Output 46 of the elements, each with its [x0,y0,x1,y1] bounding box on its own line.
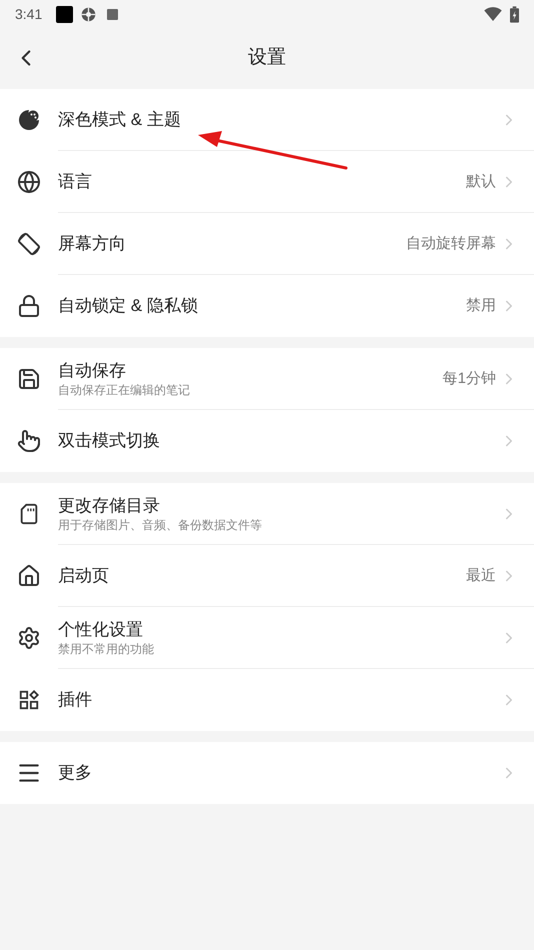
gear-icon [17,626,41,650]
setting-title: 自动锁定 & 隐私锁 [58,295,199,317]
app-notification-icon [107,8,118,20]
setting-title: 启动页 [58,565,110,587]
status-time: 3:41 [15,4,42,24]
setting-title: 个性化设置 [58,619,144,641]
setting-title: 更改存储目录 [58,495,161,517]
setting-title: 语言 [58,171,93,193]
setting-title: 深色模式 & 主题 [58,109,182,131]
settings-row[interactable]: 启动页 最近 [0,545,534,607]
setting-description: 禁用不常用的功能 [58,641,155,657]
settings-row[interactable]: 个性化设置 禁用不常用的功能 [0,607,534,669]
settings-row[interactable]: 更多 [0,742,534,804]
settings-row[interactable]: 双击模式切换 [0,410,534,472]
settings-row[interactable]: 深色模式 & 主题 [0,89,534,151]
setting-value: 每1分钟 [442,368,496,389]
setting-description: 自动保存正在编辑的笔记 [58,382,191,398]
sd-card-icon [18,502,40,526]
setting-title: 双击模式切换 [58,430,161,452]
setting-value: 自动旋转屏幕 [406,234,496,254]
globe-icon [17,170,41,194]
settings-row[interactable]: 屏幕方向 自动旋转屏幕 [0,213,534,275]
setting-title: 屏幕方向 [58,233,127,255]
setting-title: 更多 [58,762,93,784]
settings-row[interactable]: 语言 默认 [0,151,534,213]
settings-row[interactable]: 插件 [0,669,534,731]
setting-value: 最近 [466,566,496,586]
page-title: 设置 [248,46,286,70]
setting-title: 自动保存 [58,360,127,382]
settings-row[interactable]: 自动保存 自动保存正在编辑的笔记 每1分钟 [0,348,534,410]
setting-value: 默认 [466,172,496,192]
screen-rotation-icon [16,231,42,257]
battery-charging-icon [510,6,519,22]
notification-square-icon [56,6,74,22]
hand-pointer-icon [17,429,41,453]
setting-value: 禁用 [466,296,496,316]
setting-description: 用于存储图片、音频、备份数据文件等 [58,517,263,533]
widgets-icon [18,689,40,711]
lock-icon [17,294,41,318]
settings-row[interactable]: 更改存储目录 用于存储图片、音频、备份数据文件等 [0,483,534,545]
wifi-icon [484,7,502,21]
aperture-icon [80,6,98,22]
setting-title: 插件 [58,689,93,711]
home-icon [17,564,41,588]
moon-palette-icon [17,108,41,132]
settings-row[interactable]: 自动锁定 & 隐私锁 禁用 [0,275,534,337]
